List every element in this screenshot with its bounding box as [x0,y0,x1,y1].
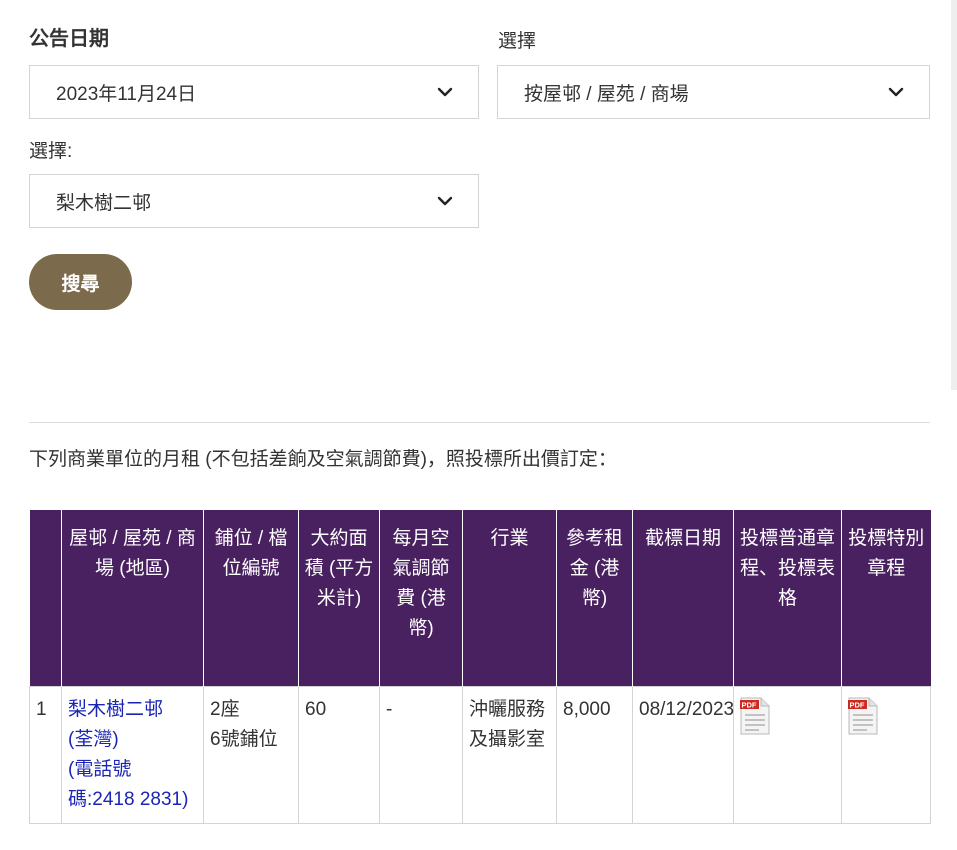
estate-link[interactable]: 梨木樹二邨 (荃灣) (電話號碼:2418 2831) [68,699,188,810]
header-area: 大約面積 (平方米計) [298,510,380,686]
header-closing-date: 截標日期 [632,510,734,686]
svg-text:PDF: PDF [850,700,865,709]
announcement-date-select[interactable]: 2023年11月24日 [29,65,479,119]
estate-label: 選擇: [29,141,73,162]
unit-number: 6號鋪位 [210,728,278,750]
svg-text:PDF: PDF [742,700,757,709]
pdf-icon[interactable]: PDF [848,697,878,735]
chevron-down-icon [436,192,454,210]
intro-text: 下列商業單位的月租 (不包括差餉及空氣調節費)，照投標所出價訂定： [29,449,617,470]
search-type-select[interactable]: 按屋邨 / 屋苑 / 商場 [497,65,930,119]
unit-block: 2座 [210,698,240,720]
search-type-value: 按屋邨 / 屋苑 / 商場 [524,83,689,105]
estate-name: 梨木樹二邨 [68,698,164,720]
header-index [29,510,62,686]
estate-district: (荃灣) [68,728,119,750]
table-header-row: 屋邨 / 屋苑 / 商場 (地區) 鋪位 / 檔位編號 大約面積 (平方米計) … [29,510,931,686]
header-aircon-fee: 每月空氣調節費 (港幣) [379,510,463,686]
header-unit: 鋪位 / 檔位編號 [203,510,299,686]
page-scrollbar[interactable] [951,0,957,390]
ref-rent-cell: 8,000 [556,685,633,824]
closing-date-cell: 08/12/2023 [632,685,734,824]
header-estate: 屋邨 / 屋苑 / 商場 (地區) [61,510,204,686]
header-special-docs: 投標特別章程 [841,510,931,686]
announcement-date-value: 2023年11月24日 [56,83,197,105]
announcement-date-label: 公告日期 [29,28,109,50]
section-divider [29,422,930,423]
search-button[interactable]: 搜尋 [29,254,132,310]
pdf-icon[interactable]: PDF [740,697,770,735]
search-type-label: 選擇 [498,31,537,52]
row-index: 1 [29,685,62,824]
general-docs-cell: PDF [733,685,842,824]
header-general-docs: 投標普通章程、投標表格 [733,510,842,686]
trade-cell: 沖曬服務及攝影室 [462,685,557,824]
area-cell: 60 [298,685,380,824]
aircon-fee-cell: - [379,685,463,824]
chevron-down-icon [436,83,454,101]
header-ref-rent: 參考租金 (港幣) [556,510,633,686]
estate-value: 梨木樹二邨 [56,192,152,214]
chevron-down-icon [887,83,905,101]
estate-select[interactable]: 梨木樹二邨 [29,174,479,228]
special-docs-cell: PDF [841,685,931,824]
estate-cell: 梨木樹二邨 (荃灣) (電話號碼:2418 2831) [61,685,204,824]
table-row: 1 梨木樹二邨 (荃灣) (電話號碼:2418 2831) 2座 6號鋪位 60… [29,685,931,824]
results-table: 屋邨 / 屋苑 / 商場 (地區) 鋪位 / 檔位編號 大約面積 (平方米計) … [29,510,931,824]
unit-cell: 2座 6號鋪位 [203,685,299,824]
header-trade: 行業 [462,510,557,686]
estate-phone: (電話號碼:2418 2831) [68,758,189,810]
